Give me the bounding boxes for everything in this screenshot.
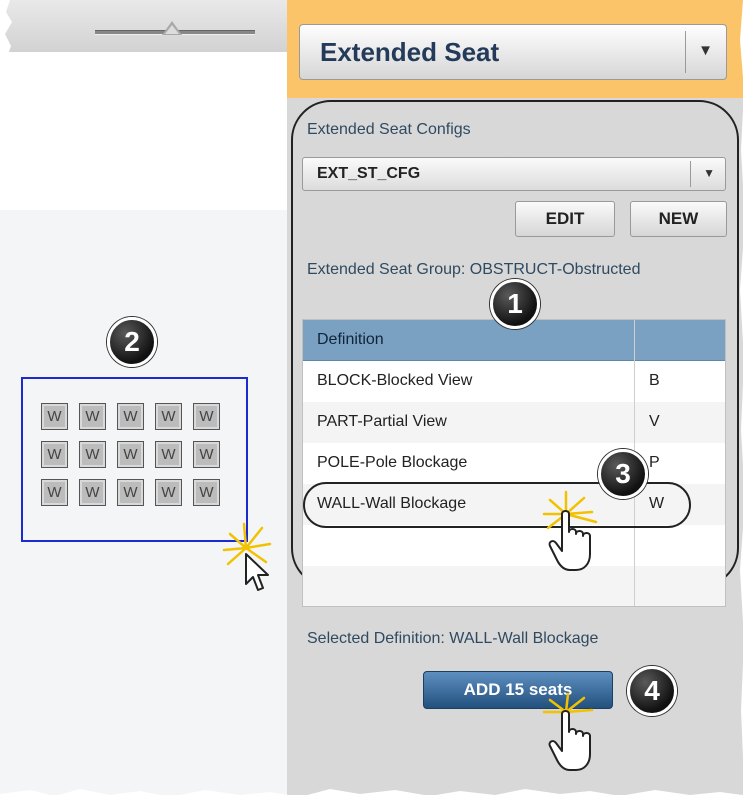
row-code: V — [649, 413, 660, 430]
new-button[interactable]: NEW — [630, 201, 727, 237]
config-dropdown[interactable]: EXT_ST_CFG ▼ — [302, 157, 726, 191]
table-row-empty — [303, 566, 725, 606]
screenshot: WWWWWWWWWWWWWWW 2 Extended Seat ▼ Extend… — [0, 0, 750, 809]
dropdown-arrow-icon[interactable]: ▼ — [703, 166, 715, 180]
seat-cell[interactable]: W — [193, 441, 220, 468]
row-code: P — [649, 454, 660, 471]
table-row[interactable]: BLOCK-Blocked View B — [303, 361, 725, 402]
torn-edge-right — [740, 0, 750, 809]
row-code: B — [649, 372, 660, 389]
selected-definition-label: Selected Definition: WALL-Wall Blockage — [307, 630, 599, 647]
config-dropdown-value: EXT_ST_CFG — [317, 165, 421, 182]
slider-thumb-highlight — [165, 25, 179, 34]
callout-badge-4: 4 — [627, 666, 677, 716]
row-definition: POLE-Pole Blockage — [317, 454, 468, 471]
table-row[interactable]: PART-Partial View V — [303, 402, 725, 443]
configs-label: Extended Seat Configs — [307, 121, 471, 138]
row-definition: BLOCK-Blocked View — [317, 372, 473, 389]
mode-dropdown[interactable]: Extended Seat ▼ — [299, 24, 727, 80]
mode-dropdown-value: Extended Seat — [320, 37, 500, 67]
definition-column-header: Definition — [317, 331, 384, 348]
seat-cell[interactable]: W — [79, 479, 106, 506]
seat-group-label: Extended Seat Group: OBSTRUCT-Obstructed — [307, 261, 641, 278]
seat-cell[interactable]: W — [117, 441, 144, 468]
definition-table: Definition BLOCK-Blocked View B PART-Par… — [302, 319, 726, 607]
seat-cell[interactable]: W — [155, 441, 182, 468]
table-row[interactable]: POLE-Pole Blockage P — [303, 443, 725, 484]
callout-badge-1: 1 — [490, 279, 540, 329]
hand-pointer-icon — [542, 490, 598, 571]
edit-button[interactable]: EDIT — [515, 201, 615, 237]
seat-cell[interactable]: W — [155, 403, 182, 430]
seat-cell[interactable]: W — [117, 479, 144, 506]
seat-cell[interactable]: W — [41, 479, 68, 506]
seat-cell[interactable]: W — [41, 403, 68, 430]
seat-cell[interactable]: W — [117, 403, 144, 430]
dropdown-divider — [690, 161, 691, 187]
seat-cell[interactable]: W — [155, 479, 182, 506]
dropdown-divider — [685, 31, 686, 73]
hand-pointer-icon — [542, 692, 594, 771]
arrow-cursor-icon — [245, 553, 269, 591]
seat-cell[interactable]: W — [79, 403, 106, 430]
seat-cell[interactable]: W — [79, 441, 106, 468]
callout-badge-2: 2 — [107, 317, 157, 367]
seat-cell[interactable]: W — [41, 441, 68, 468]
seat-selection-box[interactable]: WWWWWWWWWWWWWWW — [21, 377, 248, 542]
table-row-empty — [303, 525, 725, 566]
row-definition: PART-Partial View — [317, 413, 447, 430]
torn-edge-bottom — [0, 789, 750, 809]
seat-cell[interactable]: W — [193, 403, 220, 430]
seat-cell[interactable]: W — [193, 479, 220, 506]
zoom-slider-bar — [0, 0, 287, 52]
dropdown-arrow-icon[interactable]: ▼ — [698, 42, 713, 59]
torn-edge-left — [0, 0, 12, 60]
